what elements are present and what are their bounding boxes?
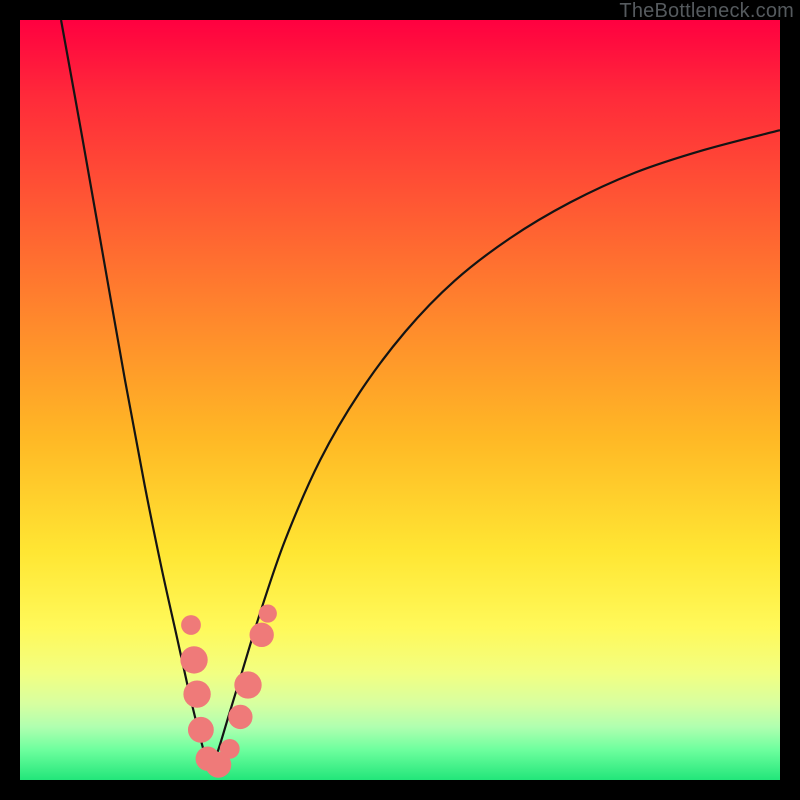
chart-marker	[259, 604, 277, 622]
chart-marker	[228, 705, 252, 729]
chart-marker	[220, 739, 240, 759]
chart-marker	[234, 671, 261, 698]
chart-markers	[180, 604, 277, 777]
watermark-text: TheBottleneck.com	[619, 0, 794, 23]
chart-marker	[180, 646, 207, 673]
chart-plot-area	[20, 20, 780, 780]
curve-right-branch	[210, 130, 780, 771]
chart-svg	[20, 20, 780, 780]
chart-marker	[188, 717, 214, 743]
chart-frame: TheBottleneck.com	[0, 0, 800, 800]
chart-curve-group	[61, 20, 780, 771]
chart-marker	[181, 615, 201, 635]
chart-marker	[250, 623, 274, 647]
chart-marker	[183, 680, 210, 707]
